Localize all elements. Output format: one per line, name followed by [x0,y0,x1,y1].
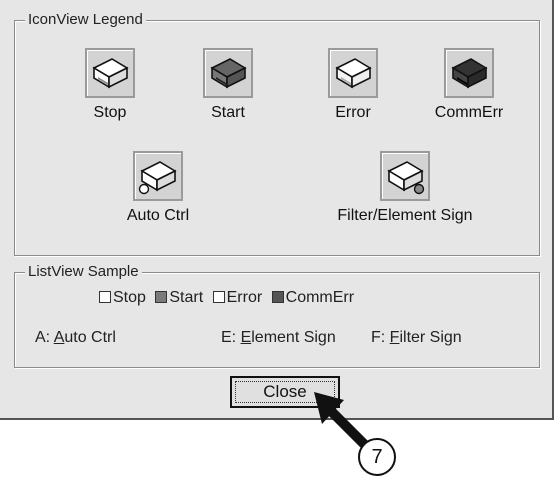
listview-sample-title: ListView Sample [25,263,142,281]
swatch-error [212,291,225,303]
state-commerr: CommErr [271,289,354,306]
icon-item-auto-ctrl: Auto Ctrl [88,151,228,225]
listview-sample-group: ListView Sample Stop Start Error CommErr… [14,263,540,368]
iconview-legend-group: IconView Legend Stop Start Error CommErr… [14,11,540,256]
iconview-legend-dialog: IconView Legend Stop Start Error CommErr… [0,0,554,420]
ac-unit-filter-sign-icon [380,151,430,201]
icon-label-start: Start [211,104,245,121]
icon-item-filter-element-sign: Filter/Element Sign [315,151,495,225]
state-stop: Stop [99,289,146,306]
state-legend-row: Stop Start Error CommErr [99,289,354,307]
swatch-commerr [271,291,284,303]
icon-item-start: Start [158,48,298,122]
swatch-start [155,291,168,303]
icon-item-commerr: CommErr [399,48,539,122]
sign-element: E: Element Sign [221,329,336,346]
ac-unit-start-icon [203,48,253,98]
icon-label-filter-element-sign: Filter/Element Sign [337,207,473,224]
icon-label-auto-ctrl: Auto Ctrl [126,207,190,224]
state-start: Start [155,289,203,306]
callout-number-badge: 7 [358,438,396,476]
sign-auto-ctrl: A: Auto Ctrl [35,329,116,346]
ac-unit-auto-ctrl-icon [133,151,183,201]
ac-unit-stop-icon [85,48,135,98]
icon-label-commerr: CommErr [434,104,504,121]
arrow-pointer-icon [314,392,374,454]
sign-filter: F: Filter Sign [371,329,462,346]
iconview-legend-title: IconView Legend [25,11,146,29]
ac-unit-error-icon [328,48,378,98]
sign-legend-row: A: Auto Ctrl E: Element Sign F: Filter S… [35,329,525,347]
ac-unit-commerr-icon [444,48,494,98]
state-error: Error [212,289,262,306]
swatch-stop [99,291,111,303]
